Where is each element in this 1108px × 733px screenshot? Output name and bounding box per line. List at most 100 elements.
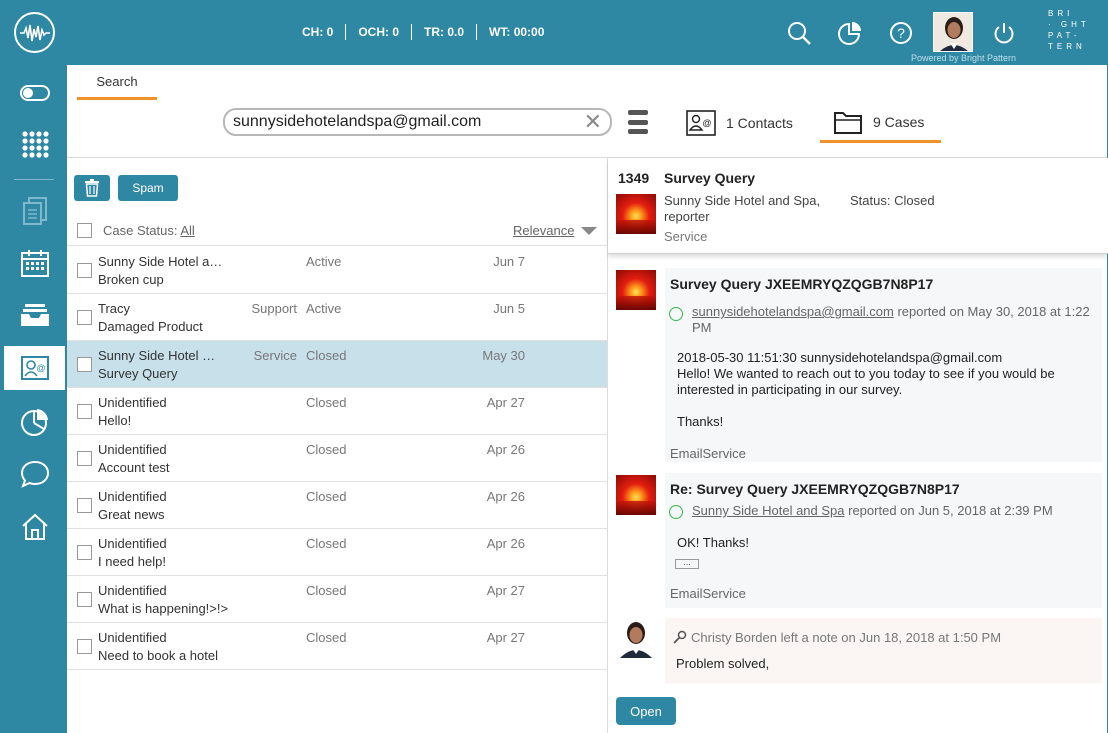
- case-date: Apr 26: [486, 489, 525, 504]
- case-from: Tracy: [98, 301, 131, 316]
- status-toggle-icon[interactable]: [4, 71, 65, 115]
- sidebar-divider: [14, 179, 54, 180]
- email-message[interactable]: Survey Query JXEEMRYQZQGB7N8P17 sunnysid…: [665, 268, 1102, 462]
- delete-button[interactable]: [74, 175, 110, 201]
- case-date: Jun 7: [493, 254, 525, 269]
- power-icon[interactable]: [990, 19, 1018, 47]
- row-checkbox[interactable]: [77, 357, 92, 372]
- message-meta: Sunny Side Hotel and Spa reported on Jun…: [692, 503, 1053, 518]
- dialpad-icon[interactable]: [4, 122, 65, 166]
- sort-relevance-link[interactable]: Relevance: [513, 223, 574, 238]
- case-status: Closed: [306, 583, 347, 598]
- status-counters: CH: 0 OCH: 0 TR: 0.0 WT: 00:00: [290, 24, 556, 40]
- message-meta: sunnysidehotelandspa@gmail.com reported …: [692, 304, 1090, 335]
- home-icon[interactable]: [4, 505, 65, 549]
- row-checkbox[interactable]: [77, 592, 92, 607]
- search-query: sunnysidehotelandspa@gmail.com: [233, 113, 482, 130]
- row-checkbox[interactable]: [77, 639, 92, 654]
- tab-contacts[interactable]: @ 1 Contacts: [686, 103, 793, 143]
- case-service: Support: [251, 301, 297, 316]
- clear-icon[interactable]: ✕: [584, 111, 602, 133]
- chat-bubble-icon[interactable]: [4, 452, 65, 496]
- tab-search[interactable]: Search: [77, 74, 157, 100]
- sender-avatar: [616, 270, 656, 310]
- reports-pie-icon[interactable]: [836, 19, 864, 47]
- main-area: Search sunnysidehotelandspa@gmail.com ✕ …: [67, 65, 1108, 733]
- case-subject: Survey Query: [98, 366, 178, 381]
- case-status: Closed: [306, 442, 347, 457]
- open-case-button[interactable]: Open: [616, 697, 676, 725]
- case-status: Closed: [306, 630, 347, 645]
- case-row-selected[interactable]: Sunny Side Hotel and Spa Survey Query Se…: [67, 341, 607, 388]
- search-icon[interactable]: [785, 19, 813, 47]
- case-header: 1349 Survey Query Sunny Side Hotel and S…: [608, 158, 1108, 254]
- case-subject: What is happening!>!>: [98, 601, 229, 616]
- agent-note: Christy Borden left a note on Jun 18, 20…: [665, 618, 1102, 683]
- case-row[interactable]: Unidentified Account test Closed Apr 26: [67, 435, 607, 482]
- case-row[interactable]: Unidentified Need to book a hotel Closed…: [67, 623, 607, 670]
- sentiment-smile-icon: [669, 505, 683, 519]
- case-from: Unidentified: [98, 536, 167, 551]
- tab-contacts-label: 1 Contacts: [726, 115, 793, 131]
- case-status-filter-value[interactable]: All: [180, 223, 194, 238]
- message-title: Re: Survey Query JXEEMRYQZQGB7N8P17: [670, 481, 960, 497]
- trash-icon: [85, 179, 99, 197]
- svg-text:@: @: [36, 363, 45, 373]
- case-status-filter: Case Status: All: [103, 223, 195, 238]
- case-service-label: Service: [664, 229, 708, 244]
- case-row[interactable]: Unidentified Hello! Closed Apr 27: [67, 388, 607, 435]
- pin-note-icon: [673, 630, 687, 644]
- search-input[interactable]: sunnysidehotelandspa@gmail.com ✕: [223, 108, 612, 136]
- case-list-pane: Spam Case Status: All Relevance Sunny Si…: [67, 157, 607, 733]
- case-status: Closed: [306, 348, 347, 363]
- row-checkbox[interactable]: [77, 451, 92, 466]
- dashboard-pie-icon[interactable]: [4, 400, 65, 444]
- case-from: Unidentified: [98, 442, 167, 457]
- case-row[interactable]: Unidentified I need help! Closed Apr 26: [67, 529, 607, 576]
- documents-icon[interactable]: [4, 189, 65, 233]
- tab-cases[interactable]: 9 Cases: [820, 103, 941, 143]
- case-row[interactable]: Sunny Side Hotel and Spa Broken cup Acti…: [67, 247, 607, 294]
- case-row[interactable]: Tracy Damaged Product Support Active Jun…: [67, 294, 607, 341]
- search-options-menu-icon[interactable]: [628, 108, 648, 136]
- counter-och: OCH: 0: [346, 24, 413, 40]
- spam-button[interactable]: Spam: [118, 175, 178, 201]
- case-date: Jun 5: [493, 301, 525, 316]
- case-number: 1349: [618, 170, 650, 186]
- counter-wt: WT: 00:00: [489, 25, 545, 39]
- case-detail-pane: 1349 Survey Query Sunny Side Hotel and S…: [607, 157, 1108, 733]
- select-all-checkbox[interactable]: [77, 223, 92, 238]
- case-row[interactable]: Unidentified Great news Closed Apr 26: [67, 482, 607, 529]
- case-subject: Need to book a hotel: [98, 648, 218, 663]
- case-status: Closed: [306, 489, 347, 504]
- help-icon[interactable]: ?: [887, 19, 915, 47]
- email-message[interactable]: Re: Survey Query JXEEMRYQZQGB7N8P17 Sunn…: [665, 473, 1102, 608]
- row-checkbox[interactable]: [77, 310, 92, 325]
- contact-card-icon: @: [686, 110, 716, 136]
- tab-cases-label: 9 Cases: [873, 113, 925, 130]
- case-from: Sunny Side Hotel and Spa: [98, 254, 223, 269]
- case-filter-row: Case Status: All Relevance: [67, 215, 607, 246]
- svg-text:?: ?: [897, 25, 905, 41]
- contacts-icon[interactable]: @: [4, 346, 65, 390]
- case-subject: Account test: [98, 460, 170, 475]
- row-checkbox[interactable]: [77, 545, 92, 560]
- sender-link[interactable]: sunnysidehotelandspa@gmail.com: [692, 304, 894, 319]
- sender-link[interactable]: Sunny Side Hotel and Spa: [692, 503, 845, 518]
- case-customer: Sunny Side Hotel and Spa, reporter: [664, 193, 821, 224]
- row-checkbox[interactable]: [77, 498, 92, 513]
- agent-avatar[interactable]: [933, 12, 973, 52]
- note-body: Problem solved,: [676, 656, 770, 671]
- sentiment-smile-icon: [669, 307, 683, 321]
- sort-dropdown-icon[interactable]: [581, 227, 597, 235]
- calendar-icon[interactable]: [4, 241, 65, 285]
- case-date: May 30: [482, 348, 525, 363]
- case-row[interactable]: Unidentified What is happening!>!> Close…: [67, 576, 607, 623]
- inbox-tray-icon[interactable]: [4, 293, 65, 337]
- case-subject: I need help!: [98, 554, 166, 569]
- logo-waveform-icon[interactable]: [14, 12, 55, 53]
- show-quoted-text-button[interactable]: ...: [675, 558, 699, 569]
- case-status: Closed: [306, 536, 347, 551]
- row-checkbox[interactable]: [77, 263, 92, 278]
- row-checkbox[interactable]: [77, 404, 92, 419]
